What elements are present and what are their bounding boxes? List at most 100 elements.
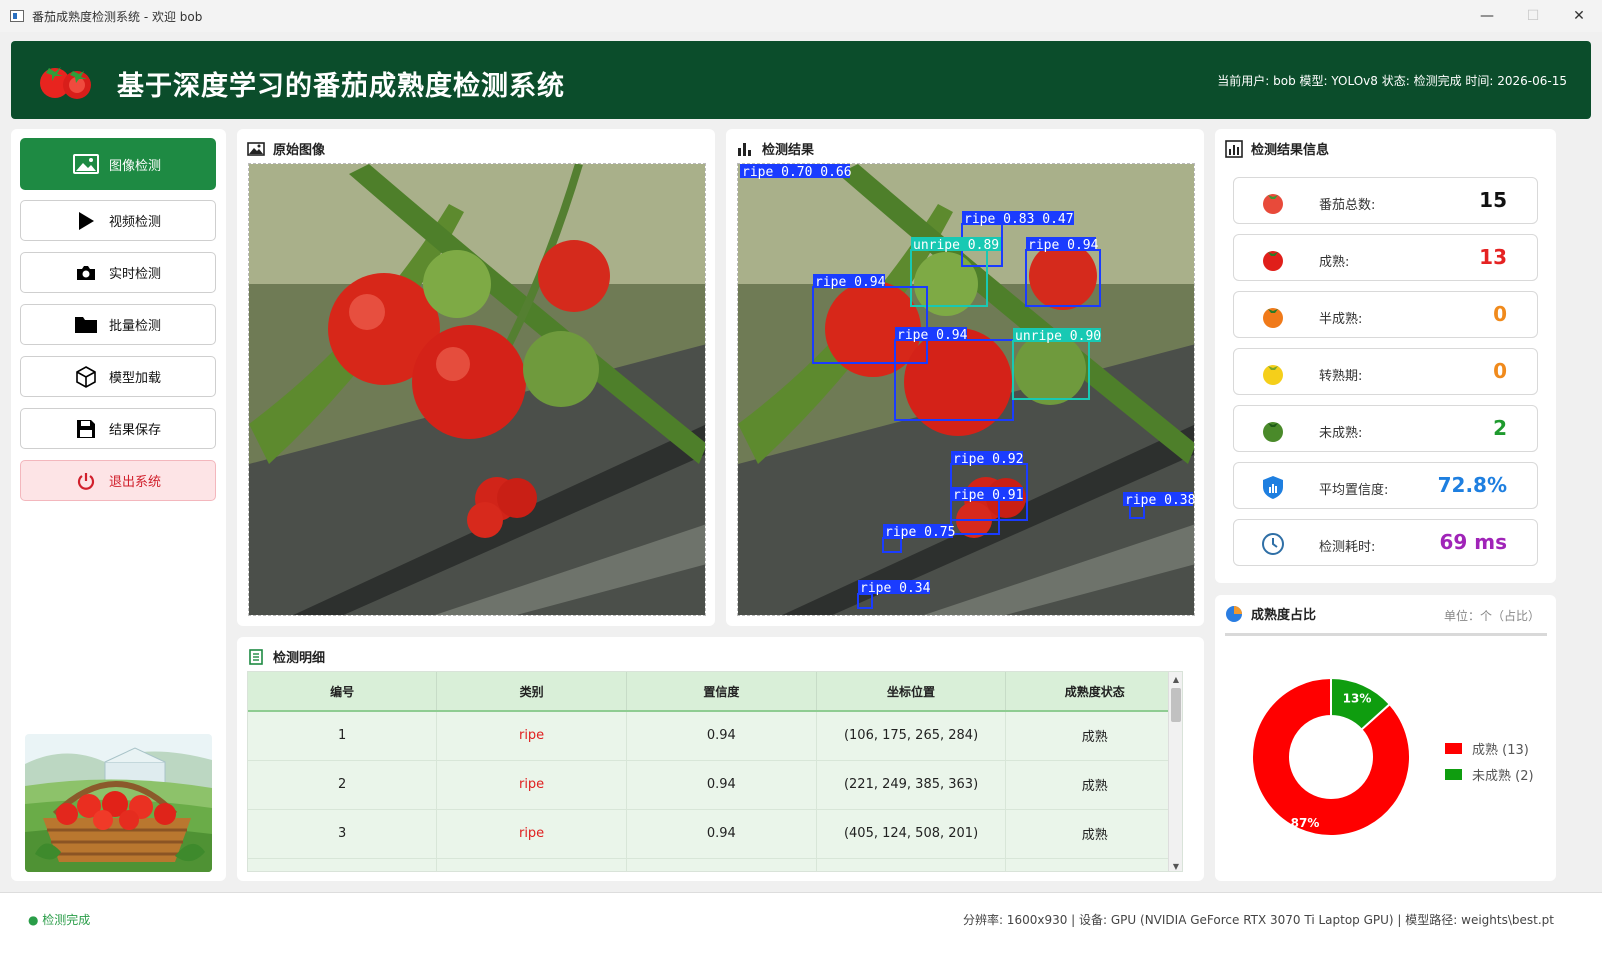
table-scrollbar[interactable]: ▲ ▼: [1168, 672, 1182, 871]
table-cell: 2: [248, 760, 438, 810]
save-icon: [73, 419, 99, 439]
box-8-label: ripe 0.91: [953, 488, 1023, 503]
box-2-label: unripe 0.89: [913, 238, 999, 253]
realtime-detection-button[interactable]: 实时检测: [20, 252, 216, 293]
detection-detail-panel: 检测明细 编号 类别 置信度 坐标位置 成熟度状态 1 ripe 0.94 (1…: [237, 637, 1204, 881]
stat-half-ripe: 半成熟: 0: [1233, 291, 1538, 338]
stat-unripe: 未成熟: 2: [1233, 405, 1538, 452]
legend-label: 成熟 (13): [1472, 743, 1529, 758]
power-icon: [73, 471, 99, 491]
app-window-icon: [10, 10, 24, 22]
nav-label: 结果保存: [109, 423, 162, 438]
column-header[interactable]: 类别: [436, 672, 627, 712]
detection-result-photo: ripe 0.70 0.66 ripe 0.83 0.47 unripe 0.8…: [738, 164, 1195, 615]
detection-detail-table: 编号 类别 置信度 坐标位置 成熟度状态 1 ripe 0.94 (106, 1…: [247, 671, 1183, 872]
exit-system-button[interactable]: 退出系统: [20, 460, 216, 501]
box-1-label: ripe 0.83 0.47: [964, 212, 1074, 227]
box-0-label: ripe 0.70 0.66: [742, 165, 852, 180]
box-6-label: unripe 0.90: [1015, 329, 1101, 344]
legend-swatch: [1445, 769, 1462, 780]
box-10-label: ripe 0.75: [885, 525, 955, 540]
play-icon: [73, 211, 99, 231]
box-11-label: ripe 0.34: [860, 581, 931, 596]
box-9-label: ripe 0.38: [1125, 493, 1195, 508]
column-header[interactable]: 置信度: [626, 672, 817, 712]
table-row[interactable]: 2 ripe 0.94 (221, 249, 385, 363) 成熟: [248, 760, 1182, 810]
system-info-text: 分辨率: 1600x930 | 设备: GPU (NVIDIA GeForce …: [962, 913, 1554, 927]
scroll-down-icon[interactable]: ▼: [1169, 859, 1182, 871]
scroll-thumb[interactable]: [1171, 688, 1181, 722]
detection-info-title: 检测结果信息: [1251, 143, 1330, 158]
original-image-panel: 原始图像: [237, 129, 715, 626]
table-cell: ripe: [436, 809, 627, 859]
stat-avg-confidence: 平均置信度: 72.8%: [1233, 462, 1538, 509]
stat-value: 72.8%: [1437, 473, 1507, 497]
title-divider: [1225, 633, 1547, 636]
stat-label: 平均置信度:: [1319, 483, 1389, 498]
scroll-up-icon[interactable]: ▲: [1169, 672, 1182, 686]
unit-label: 单位：个（占比）: [1443, 609, 1540, 623]
half-ripe-tomato-icon: [1263, 308, 1283, 328]
model-load-button[interactable]: 模型加载: [20, 356, 216, 397]
status-text: ● 检测完成: [28, 913, 91, 927]
video-detection-button[interactable]: 视频检测: [20, 200, 216, 241]
stat-label: 未成熟:: [1319, 426, 1363, 441]
stat-turning: 转熟期: 0: [1233, 348, 1538, 395]
ripeness-ratio-panel: 成熟度占比 单位：个（占比） 87% 13% 成熟 (13) 未成熟 (2): [1215, 595, 1556, 881]
shield-icon: [1263, 476, 1283, 499]
stat-value: 13: [1479, 245, 1507, 269]
tomato-icon: [1263, 194, 1283, 214]
tomato-basket-illustration: [25, 734, 212, 872]
list-icon: [247, 648, 265, 665]
nav-label: 批量检测: [109, 319, 162, 334]
column-header[interactable]: 成熟度状态: [1005, 672, 1182, 712]
sidebar: 图像检测 视频检测 实时检测 批量检测 模型加载 结果保存 退出系统: [11, 129, 226, 881]
table-cell: ripe: [436, 711, 627, 761]
stat-label: 检测耗时:: [1319, 540, 1376, 555]
stat-label: 成熟:: [1319, 255, 1350, 270]
app-title: 基于深度学习的番茄成熟度检测系统: [117, 71, 565, 102]
table-cell: (106, 175, 265, 284): [816, 711, 1007, 761]
table-row[interactable]: 1 ripe 0.94 (106, 175, 265, 284) 成熟: [248, 711, 1182, 761]
detection-info-panel: 检测结果信息 番茄总数: 15 成熟: 13 半成熟: 0 转熟期: 0 未成熟…: [1215, 129, 1556, 583]
close-button[interactable]: ✕: [1556, 0, 1602, 32]
detection-result-title: 检测结果: [762, 143, 815, 158]
pie-chart-icon: [1225, 605, 1243, 622]
table-cell: 0.94: [626, 711, 817, 761]
stat-value: 15: [1479, 188, 1507, 212]
turning-tomato-icon: [1263, 365, 1283, 385]
column-header[interactable]: 编号: [248, 672, 438, 712]
table-cell: (405, 124, 508, 201): [816, 809, 1007, 859]
column-header[interactable]: 坐标位置: [816, 672, 1007, 712]
legend-swatch: [1445, 743, 1462, 754]
detection-detail-title: 检测明细: [273, 651, 326, 666]
table-cell: 3: [248, 809, 438, 859]
legend-item-ripe: 成熟 (13): [1445, 739, 1534, 758]
header-status-line: 当前用户: bob 模型: YOLOv8 状态: 检测完成 时间: 2026-0…: [1217, 74, 1567, 88]
legend-label: 未成熟 (2): [1472, 769, 1534, 784]
stat-ripe: 成熟: 13: [1233, 234, 1538, 281]
stat-detection-time: 检测耗时: 69 ms: [1233, 519, 1538, 566]
table-row[interactable]: [248, 858, 1182, 871]
bar-chart-icon: [736, 141, 754, 157]
box-5-label: ripe 0.94: [897, 328, 968, 343]
batch-detection-button[interactable]: 批量检测: [20, 304, 216, 345]
stat-value: 0: [1493, 359, 1507, 383]
maximize-button[interactable]: ☐: [1510, 0, 1556, 32]
box-7-label: ripe 0.92: [953, 452, 1023, 467]
nav-label: 退出系统: [109, 475, 162, 490]
save-result-button[interactable]: 结果保存: [20, 408, 216, 449]
ripeness-ratio-title: 成熟度占比: [1251, 608, 1317, 623]
table-header-row: 编号 类别 置信度 坐标位置 成熟度状态: [248, 672, 1182, 712]
unripe-tomato-icon: [1263, 422, 1283, 442]
folder-icon: [73, 315, 99, 335]
nav-label: 图像检测: [109, 158, 162, 174]
image-detection-button[interactable]: 图像检测: [20, 138, 216, 190]
table-cell: ripe: [436, 760, 627, 810]
table-cell: 0.94: [626, 760, 817, 810]
stat-value: 2: [1493, 416, 1507, 440]
minimize-button[interactable]: —: [1464, 0, 1510, 32]
table-row[interactable]: 3 ripe 0.94 (405, 124, 508, 201) 成熟: [248, 809, 1182, 859]
table-cell: (221, 249, 385, 363): [816, 760, 1007, 810]
box-4-label: ripe 0.94: [815, 275, 886, 290]
